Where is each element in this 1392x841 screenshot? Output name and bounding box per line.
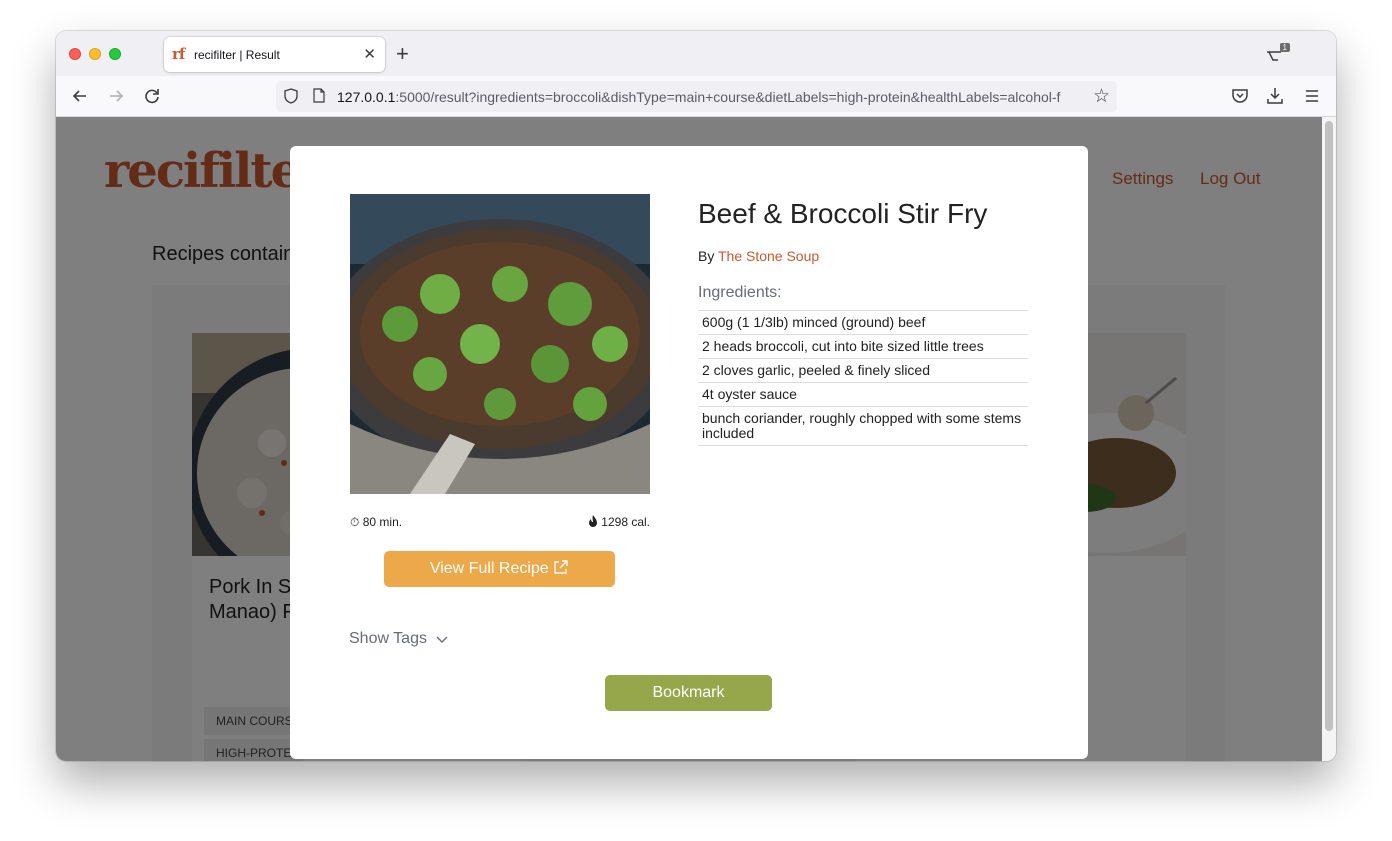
ingredient-item: 4t oyster sauce — [698, 383, 1028, 407]
navigation-bar: 127.0.0.1:5000/result?ingredients=brocco… — [56, 76, 1336, 117]
ingredient-item: 600g (1 1/3lb) minced (ground) beef — [698, 311, 1028, 335]
view-full-recipe-button[interactable]: View Full Recipe — [384, 551, 615, 587]
url-text[interactable]: 127.0.0.1:5000/result?ingredients=brocco… — [337, 89, 1084, 105]
show-tags-toggle[interactable]: Show Tags — [349, 630, 427, 648]
page-content: recifilter Settings Log Out Recipes cont… — [56, 117, 1322, 761]
reload-button[interactable] — [141, 85, 163, 107]
ingredient-item: 2 heads broccoli, cut into bite sized li… — [698, 335, 1028, 359]
by-label: By — [698, 248, 715, 264]
tab-result[interactable]: rf recifilter | Result ✕ — [164, 37, 385, 72]
recipe-byline: By The Stone Soup — [698, 248, 819, 264]
timer-icon: ⏱ — [350, 515, 360, 529]
forward-icon — [110, 90, 124, 102]
minimize-window-button[interactable] — [89, 48, 101, 60]
download-icon — [1267, 88, 1283, 104]
star-icon[interactable]: ☆ — [1093, 85, 1110, 107]
tab-count-badge: 1 — [1279, 43, 1290, 52]
url-bar[interactable]: 127.0.0.1:5000/result?ingredients=brocco… — [276, 81, 1117, 112]
ingredients-label: Ingredients: — [698, 284, 782, 301]
favicon-icon: rf — [172, 45, 185, 63]
zoom-window-button[interactable] — [109, 48, 121, 60]
tab-title: recifilter | Result — [194, 48, 280, 62]
scrollbar-thumb[interactable] — [1325, 121, 1333, 731]
page-icon[interactable] — [313, 88, 325, 103]
back-button[interactable] — [69, 85, 91, 107]
shield-icon[interactable] — [284, 88, 298, 104]
url-path: :5000/result?ingredients=broccoli&dishTy… — [395, 89, 1061, 105]
forward-button[interactable] — [105, 85, 127, 107]
downloads-button[interactable] — [1264, 85, 1286, 107]
cook-time: ⏱ 80 min. — [350, 515, 402, 530]
reload-icon — [145, 89, 159, 104]
page-scrollbar[interactable] — [1322, 117, 1336, 761]
ingredients-list: 600g (1 1/3lb) minced (ground) beef 2 he… — [698, 310, 1028, 446]
pocket-icon — [1232, 89, 1248, 103]
menu-icon — [1306, 90, 1318, 102]
tab-list-button[interactable]: 1 — [1264, 43, 1290, 65]
cook-time-value: 80 min. — [362, 515, 403, 529]
close-tab-icon[interactable]: ✕ — [363, 45, 376, 63]
ingredient-item: 2 cloves garlic, peeled & finely sliced — [698, 359, 1028, 383]
close-window-button[interactable] — [69, 48, 81, 60]
flame-icon — [588, 515, 597, 527]
calories-value: 1298 cal. — [601, 515, 650, 529]
chevron-down-icon[interactable] — [435, 633, 449, 647]
recipe-image — [350, 194, 650, 494]
back-icon — [72, 90, 86, 102]
external-link-icon — [554, 560, 568, 574]
view-full-recipe-label: View Full Recipe — [429, 560, 549, 577]
pocket-button[interactable] — [1229, 85, 1251, 107]
author-link[interactable]: The Stone Soup — [718, 248, 819, 264]
recipe-title: Beef & Broccoli Stir Fry — [698, 198, 988, 229]
recipe-modal: ⏱ 80 min. 1298 cal. View Full Recipe Sho… — [290, 146, 1088, 759]
bookmark-button[interactable]: Bookmark — [605, 675, 772, 711]
new-tab-button[interactable]: + — [396, 41, 409, 67]
tab-strip: rf recifilter | Result ✕ + 1 — [56, 31, 1336, 76]
calories: 1298 cal. — [588, 515, 650, 529]
browser-window: rf recifilter | Result ✕ + 1 127.0.0.1:5… — [56, 31, 1336, 761]
menu-button[interactable] — [1301, 85, 1323, 107]
url-host: 127.0.0.1 — [337, 89, 396, 105]
ingredient-item: bunch coriander, roughly chopped with so… — [698, 407, 1028, 446]
